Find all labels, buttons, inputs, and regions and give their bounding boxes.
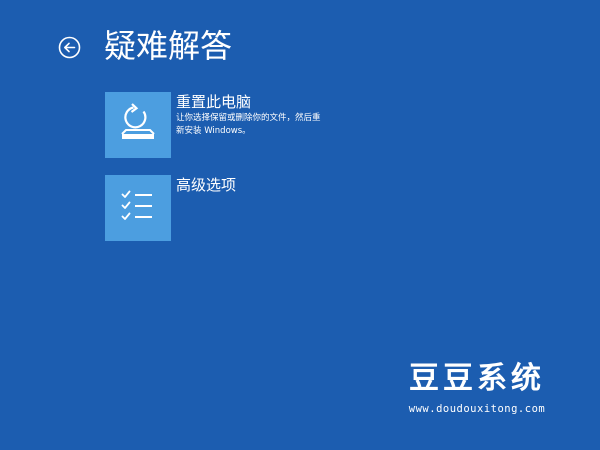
advanced-options-option[interactable]: 高级选项	[105, 175, 435, 241]
advanced-options-tile	[105, 175, 171, 241]
advanced-options-checklist-icon	[121, 190, 152, 220]
advanced-options-text: 高级选项	[176, 175, 426, 195]
reset-pc-title: 重置此电脑	[176, 93, 252, 111]
reset-pc-description: 让你选择保留或删除你的文件，然后重新安装 Windows。	[176, 113, 321, 136]
watermark-url: www.doudouxitong.com	[408, 403, 546, 415]
reset-this-pc-option[interactable]: 重置此电脑 让你选择保留或删除你的文件，然后重新安装 Windows。	[105, 92, 435, 158]
advanced-options-title: 高级选项	[176, 176, 237, 194]
watermark-title: 豆豆系统	[409, 361, 545, 396]
page-title: 疑难解答	[104, 27, 233, 65]
reset-pc-tile	[105, 92, 171, 158]
back-button[interactable]	[58, 36, 81, 59]
reset-pc-icon	[121, 103, 155, 139]
back-arrow-icon	[58, 36, 81, 59]
watermark: 豆豆系统 www.doudouxitong.com	[392, 360, 562, 416]
reset-pc-text: 重置此电脑 让你选择保留或删除你的文件，然后重新安装 Windows。	[176, 92, 426, 138]
